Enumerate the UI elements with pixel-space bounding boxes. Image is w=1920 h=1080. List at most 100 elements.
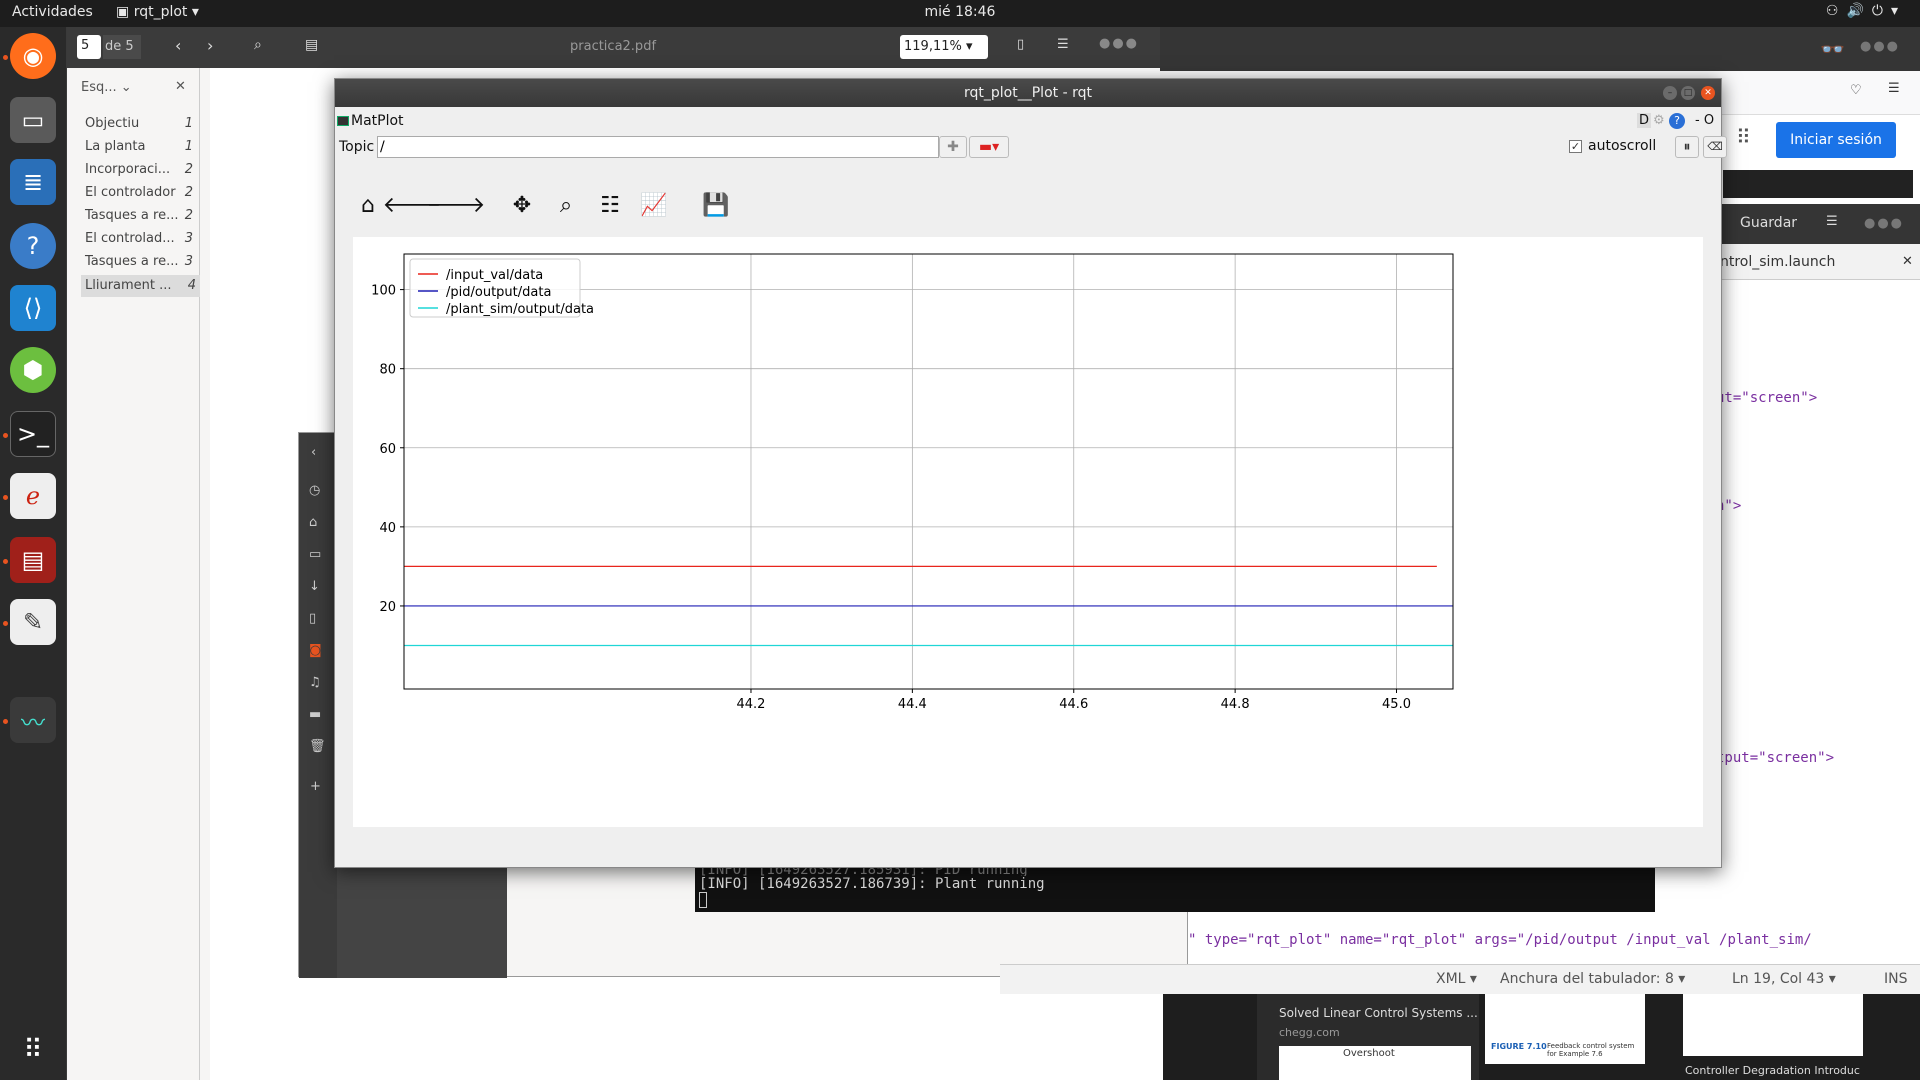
remove-topic-button[interactable]: ▬▾	[969, 136, 1009, 158]
outline-item[interactable]: Tasques a re... 3	[85, 254, 197, 269]
outline-page: 1	[184, 139, 193, 154]
documents-icon[interactable]: ▯	[309, 611, 316, 626]
result-chart[interactable]	[1683, 994, 1863, 1056]
rqt-titlebar[interactable]: rqt_plot__Plot - rqt – □ ✕	[335, 79, 1721, 107]
dock-plugin-button[interactable]: D	[1637, 113, 1652, 128]
sidebar-mode-select[interactable]: Esq... ⌄	[81, 80, 132, 95]
top-bar: Actividades ▣ rqt_plot ▾ mié 18:46 ⚇🔊⏻▾	[0, 0, 1920, 27]
thumb-text: Overshoot	[1343, 1048, 1395, 1059]
hexagon-app-icon[interactable]: ⬢	[10, 347, 56, 393]
add-location-icon[interactable]: +	[310, 779, 321, 794]
save-icon[interactable]: 💾	[701, 190, 731, 220]
files-icon[interactable]: ▭	[10, 97, 56, 143]
outline-page: 2	[184, 185, 193, 200]
gedit-menu-icon[interactable]: ☰	[1826, 214, 1838, 229]
minimize-icon[interactable]: –	[1663, 86, 1677, 100]
writer-icon[interactable]: ≣	[10, 159, 56, 205]
clear-button[interactable]: ⌫	[1703, 136, 1727, 158]
pan-icon[interactable]: ✥	[507, 190, 537, 220]
outline-item-selected[interactable]: Lliurament ... 4	[81, 275, 200, 297]
result-title: Solved Linear Control Systems ...	[1279, 1006, 1478, 1020]
pocket-icon[interactable]: ♡	[1850, 83, 1862, 98]
autoscroll-checkbox[interactable]: ✓	[1569, 140, 1582, 153]
cursor-position[interactable]: Ln 19, Col 43 ▾	[1732, 971, 1836, 987]
outline-label: Tasques a re...	[85, 254, 179, 269]
clock[interactable]: mié 18:46	[0, 4, 1920, 20]
music-icon[interactable]: ♫	[309, 675, 321, 690]
browser-tabbar: 👓 ●●●	[1160, 27, 1920, 71]
gedit-window-controls[interactable]: ●●●	[1864, 216, 1904, 231]
maximize-icon[interactable]: □	[1681, 86, 1695, 100]
home-icon[interactable]: ⌂	[353, 190, 383, 220]
zoom-icon[interactable]: ⌕	[551, 190, 581, 220]
window-title: rqt_plot__Plot - rqt	[964, 85, 1092, 101]
axes-edit-icon[interactable]: 📈	[639, 190, 669, 220]
plot-canvas[interactable]: 44.2 44.4 44.6 44.8 45.0 20 40 60 80 100/input_va…	[353, 237, 1703, 827]
outline-item[interactable]: El controlador 2	[85, 185, 197, 200]
menu-icon[interactable]: ☰	[1057, 37, 1069, 52]
x-tick-label: 44.2	[737, 697, 766, 712]
outline-page: 3	[184, 231, 193, 246]
outline-item[interactable]: El controlad... 3	[85, 231, 197, 246]
close-tab-icon[interactable]: ✕	[1902, 254, 1913, 269]
pdf-viewer-icon[interactable]: ℯ	[10, 473, 56, 519]
save-button[interactable]: Guardar	[1740, 215, 1797, 231]
running-indicator	[3, 559, 8, 564]
language-select[interactable]: XML ▾	[1436, 971, 1477, 987]
outline-item[interactable]: Incorporaci... 2	[85, 162, 197, 177]
result-card[interactable]: Solved Linear Control Systems ... chegg.…	[1257, 994, 1479, 1080]
result-source: chegg.com	[1279, 1026, 1340, 1039]
zoom-select[interactable]: 119,11% ▾	[900, 35, 988, 59]
prev-page-icon[interactable]: ‹	[175, 36, 181, 55]
collapse-icon[interactable]: ‹	[311, 445, 316, 460]
show-apps-icon[interactable]: ⠿	[10, 1027, 56, 1073]
text-editor-icon[interactable]: ✎	[10, 599, 56, 645]
downloads-icon[interactable]: ↓	[309, 579, 320, 594]
outline-item[interactable]: Objectiu 1	[85, 116, 197, 131]
folder-icon[interactable]: ▭	[309, 547, 321, 562]
close-sidebar-icon[interactable]: ✕	[175, 79, 186, 94]
document-title: practica2.pdf	[570, 39, 657, 54]
plugin-window-buttons[interactable]: - O	[1695, 113, 1714, 128]
tab-width-select[interactable]: Anchura del tabulador: 8 ▾	[1500, 971, 1685, 987]
result-figure[interactable]: FIGURE 7.10 Feedback control system for …	[1485, 994, 1645, 1064]
remote-desktop-icon[interactable]: ▤	[10, 537, 56, 583]
plugin-settings-icon[interactable]: ⚙	[1653, 113, 1665, 128]
code-line-launch: " type="rqt_plot" name="rqt_plot" args="…	[1188, 932, 1812, 948]
subplots-config-icon[interactable]: ☷	[595, 190, 625, 220]
line-chart[interactable]: 44.2 44.4 44.6 44.8 45.0 20 40 60 80 100/input_va…	[353, 237, 1703, 827]
terminal-icon[interactable]: >_	[10, 411, 56, 457]
pause-button[interactable]: ⏸	[1675, 136, 1699, 158]
help-button-icon[interactable]: ?	[1669, 113, 1685, 129]
annotations-icon[interactable]: ▤	[305, 37, 318, 53]
topic-input[interactable]	[377, 136, 939, 158]
back-arrow-icon[interactable]: 🡐	[383, 190, 442, 220]
recent-icon[interactable]: ◷	[309, 483, 320, 498]
vscode-icon[interactable]: ⟨⟩	[10, 285, 56, 331]
page-number-input[interactable]: 5	[77, 35, 101, 59]
video-icon[interactable]: ▬	[309, 707, 321, 722]
window-controls[interactable]: ●●●	[1099, 36, 1139, 51]
add-topic-button[interactable]: ✚	[939, 136, 967, 158]
outline-item[interactable]: Tasques a re... 2	[85, 208, 197, 223]
forward-arrow-icon[interactable]: 🡒	[427, 190, 486, 220]
search-icon[interactable]: ⌕	[254, 37, 262, 53]
outline-label: Incorporaci...	[85, 162, 171, 177]
browser-menu-icon[interactable]: ☰	[1888, 81, 1900, 96]
help-icon[interactable]: ?	[10, 223, 56, 269]
next-page-icon[interactable]: ›	[207, 36, 213, 55]
home-folder-icon[interactable]: ⌂	[309, 515, 317, 530]
outline-item[interactable]: La planta 1	[85, 139, 197, 154]
running-indicator	[3, 495, 8, 500]
apps-grid-icon[interactable]: ⠿	[1736, 125, 1751, 149]
system-tray[interactable]: ⚇🔊⏻▾	[1826, 3, 1906, 19]
signin-button[interactable]: Iniciar sesión	[1776, 122, 1896, 158]
trash-icon[interactable]: 🗑	[309, 739, 326, 754]
browser-window-controls[interactable]: ●●●	[1860, 39, 1900, 54]
firefox-icon[interactable]: ◉	[10, 33, 56, 79]
close-icon[interactable]: ✕	[1701, 86, 1715, 100]
system-monitor-icon[interactable]: 〰	[10, 697, 56, 743]
camera-icon[interactable]: ◙	[309, 643, 322, 658]
outline-label: Lliurament ...	[85, 278, 172, 293]
page-layout-icon[interactable]: ▯	[1017, 37, 1024, 52]
